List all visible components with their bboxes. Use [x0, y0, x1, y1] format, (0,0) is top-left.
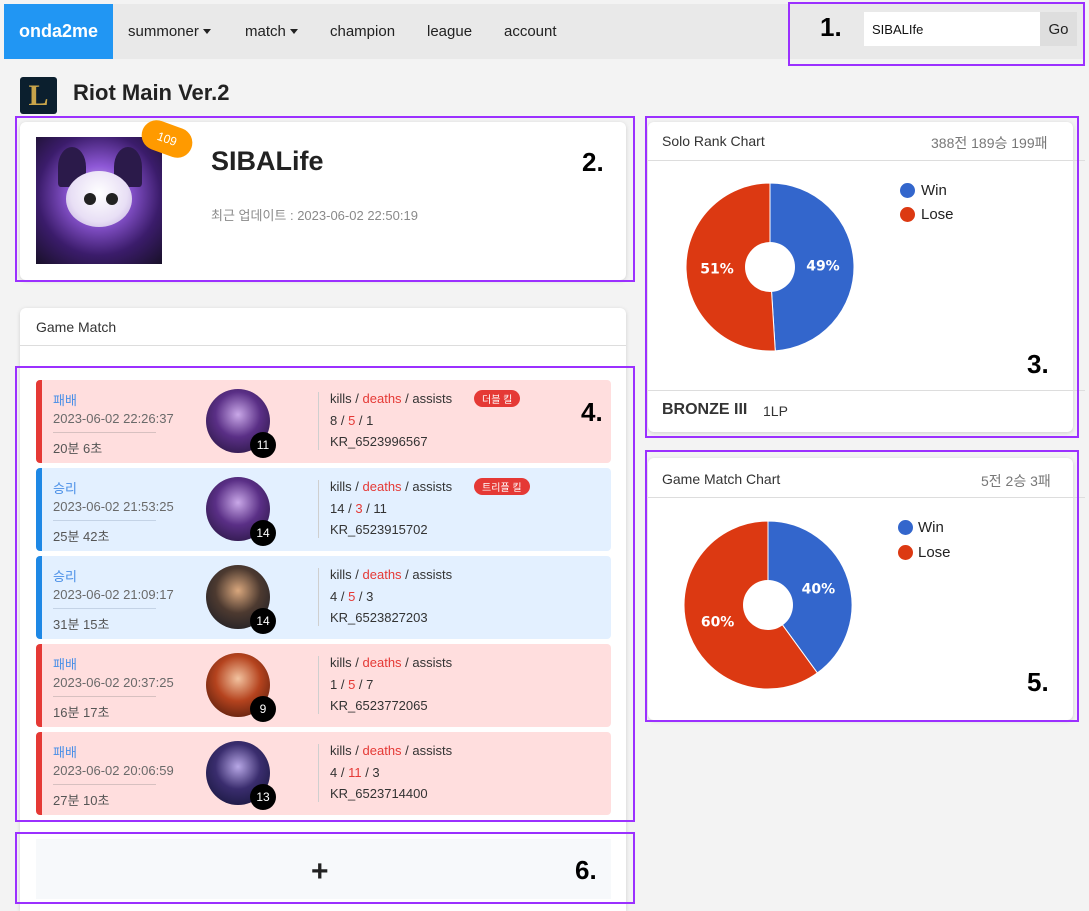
nav-league-label: league: [427, 23, 473, 40]
brand-logo[interactable]: onda2me: [4, 4, 113, 59]
divider: [20, 345, 626, 346]
annotation-number-2: 2.: [582, 147, 604, 177]
league-logo: L: [20, 77, 57, 114]
chevron-down-icon: [202, 29, 211, 34]
nav-summoner[interactable]: summoner: [128, 4, 211, 59]
annotation-box-4: [15, 366, 635, 822]
nav-league[interactable]: league: [427, 4, 472, 59]
annotation-box-6: [15, 832, 635, 904]
page-title: Riot Main Ver.2: [73, 80, 230, 105]
annotation-number-4: 4.: [581, 397, 603, 427]
annotation-box-5: [645, 450, 1079, 722]
nav-champion-label: champion: [330, 23, 396, 40]
nav-account-label: account: [504, 23, 557, 40]
annotation-box-3: [645, 116, 1079, 438]
chevron-down-icon: [289, 29, 298, 34]
nav-account[interactable]: account: [504, 4, 557, 59]
nav-match[interactable]: match: [245, 4, 298, 59]
nav-match-label: match: [245, 23, 286, 40]
nav-summoner-label: summoner: [128, 23, 199, 40]
annotation-box-2: [15, 116, 635, 282]
logo-letter: L: [28, 78, 49, 112]
annotation-number-5: 5.: [1027, 667, 1049, 697]
annotation-number-6: 6.: [575, 855, 597, 885]
annotation-number-3: 3.: [1027, 349, 1049, 379]
game-match-title: Game Match: [36, 319, 117, 335]
annotation-number-1: 1.: [820, 12, 842, 42]
nav-champion[interactable]: champion: [330, 4, 395, 59]
